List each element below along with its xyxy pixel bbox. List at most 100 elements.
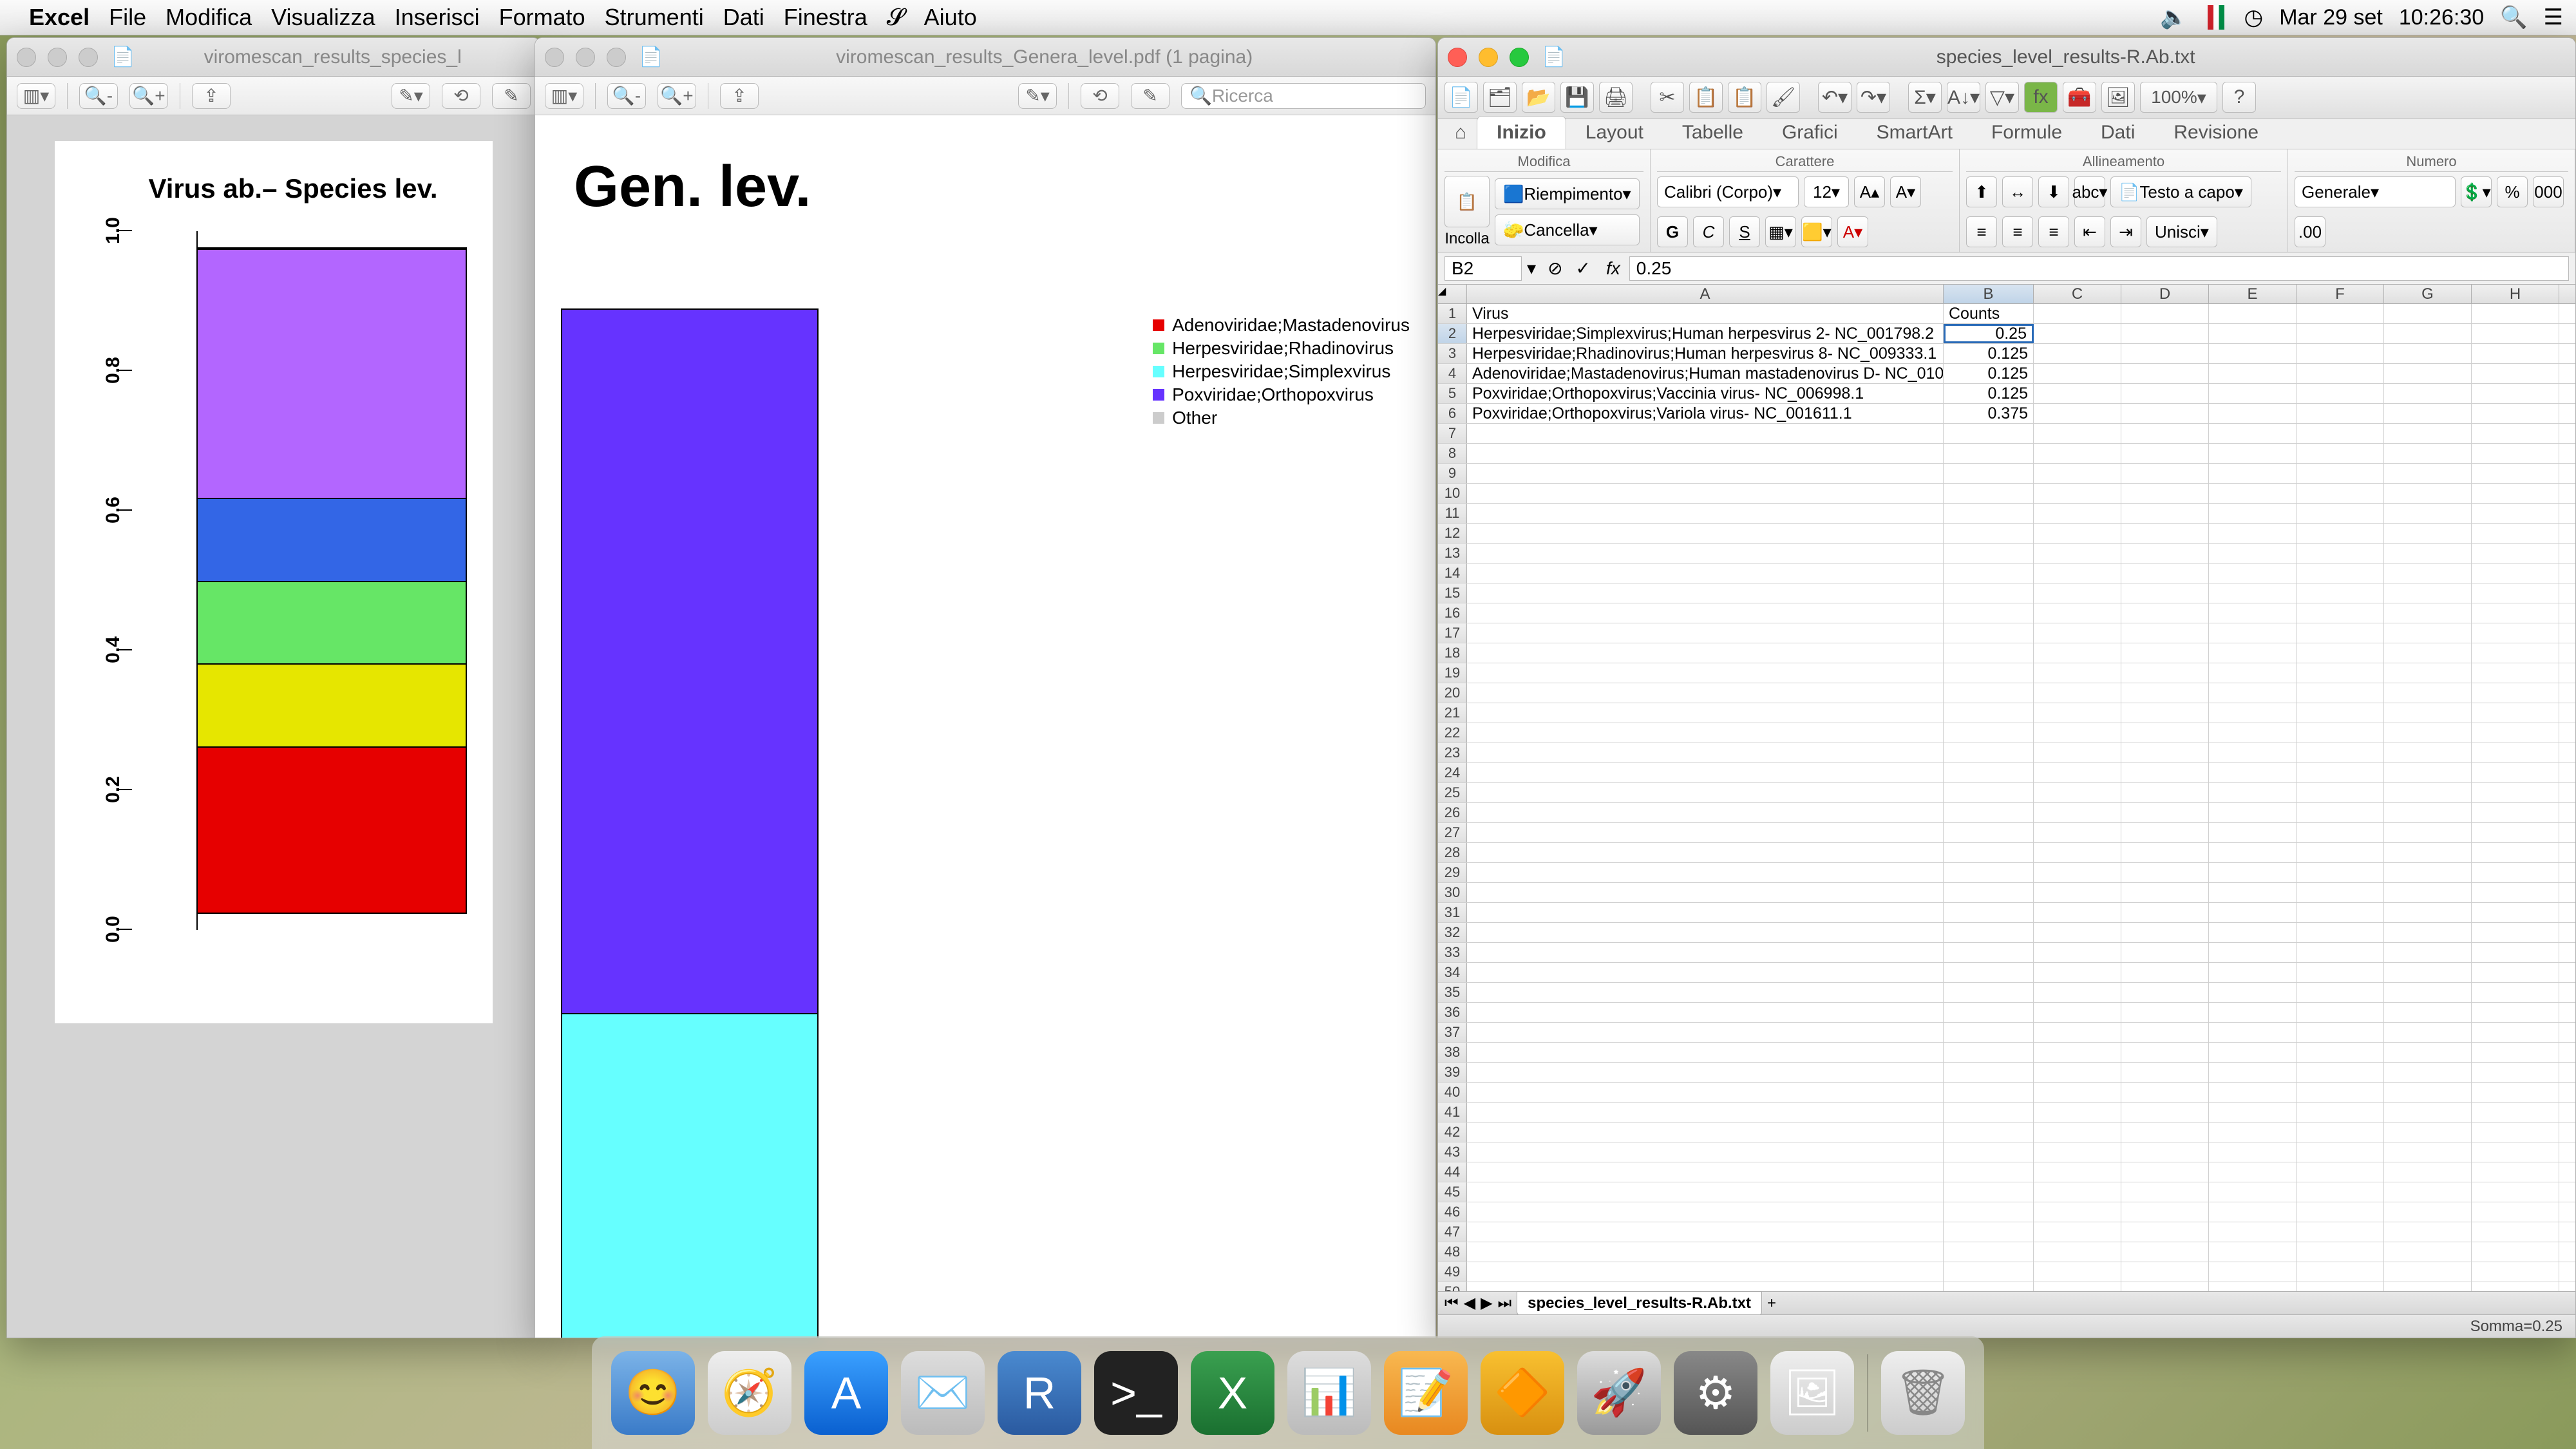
align-top-button[interactable]: ⬆ [1966,176,1997,207]
cell[interactable] [1467,524,1944,543]
cell[interactable] [1944,484,2034,503]
cell[interactable] [2034,384,2121,403]
tab-formule[interactable]: Formule [1972,117,2081,149]
rotate-button[interactable]: ⟲ [1081,83,1119,109]
cell[interactable] [2209,524,2297,543]
cell[interactable] [2384,404,2472,423]
cell[interactable] [2472,304,2559,323]
cell[interactable] [1944,1222,2034,1242]
cell[interactable] [2121,1003,2209,1022]
cell[interactable] [1944,524,2034,543]
cell[interactable] [2121,763,2209,782]
cell[interactable] [2209,743,2297,762]
cell[interactable] [2121,663,2209,683]
cell[interactable] [2297,1262,2384,1282]
cell[interactable] [2034,1103,2121,1122]
cell[interactable] [2121,364,2209,383]
cell[interactable] [1944,943,2034,962]
cell[interactable] [2209,863,2297,882]
cell[interactable] [2034,863,2121,882]
cell[interactable] [2297,963,2384,982]
cancel-icon[interactable]: ⊘ [1548,258,1562,279]
cell[interactable] [2034,564,2121,583]
menu-data[interactable]: Dati [723,4,764,31]
menu-insert[interactable]: Inserisci [395,4,480,31]
cell[interactable] [2297,544,2384,563]
cell[interactable] [2384,524,2472,543]
cell[interactable] [2472,544,2559,563]
cell[interactable] [2034,444,2121,463]
cell[interactable] [1467,743,1944,762]
cell[interactable] [2209,1182,2297,1202]
cell[interactable] [1467,643,1944,663]
cell[interactable] [2034,1122,2121,1142]
cell[interactable] [2034,1202,2121,1222]
cell[interactable] [2472,1142,2559,1162]
cell[interactable] [2034,1003,2121,1022]
cell[interactable] [2297,504,2384,523]
cell[interactable] [1944,963,2034,982]
cell[interactable] [2297,1043,2384,1062]
cell[interactable] [2034,983,2121,1002]
shrink-font-button[interactable]: A▾ [1890,176,1921,207]
column-header[interactable]: C [2034,285,2121,303]
view-mode-button[interactable]: ▥▾ [17,83,55,109]
cell[interactable] [2297,763,2384,782]
cell[interactable] [2384,564,2472,583]
cell[interactable] [2209,803,2297,822]
cell[interactable] [2121,304,2209,323]
safari-icon[interactable]: 🧭 [708,1351,791,1435]
cell[interactable] [2121,1162,2209,1182]
underline-button[interactable]: S [1729,216,1760,247]
cell[interactable] [2472,583,2559,603]
cell[interactable] [2121,1122,2209,1142]
media-button[interactable]: 🖼 [2101,82,2135,113]
cell[interactable] [1467,1063,1944,1082]
titlebar[interactable]: 📄 species_level_results-R.Ab.txt [1438,38,2575,77]
cell[interactable] [2121,643,2209,663]
cell[interactable] [2209,1003,2297,1022]
cell[interactable] [2297,1222,2384,1242]
cell[interactable] [2297,923,2384,942]
cell[interactable] [2034,623,2121,643]
cell[interactable] [1944,703,2034,723]
share-button[interactable]: ⇪ [192,83,231,109]
cell[interactable] [2121,1023,2209,1042]
cell[interactable] [2121,1083,2209,1102]
cell[interactable] [2384,883,2472,902]
cell[interactable] [2209,903,2297,922]
cut-button[interactable]: ✂ [1651,82,1684,113]
border-button[interactable]: ▦▾ [1765,216,1796,247]
flag-icon[interactable] [2208,5,2224,30]
cell[interactable] [2384,1122,2472,1142]
cell[interactable] [1467,963,1944,982]
cell[interactable] [2384,444,2472,463]
cell[interactable]: 0.375 [1944,404,2034,423]
cell[interactable] [2472,1122,2559,1142]
cell[interactable] [2209,424,2297,443]
cell[interactable] [2384,1182,2472,1202]
cell[interactable] [2384,344,2472,363]
cell[interactable]: 0.25 [1944,324,2034,343]
cell[interactable] [2121,843,2209,862]
nav-last-icon[interactable]: ⏭ [1498,1294,1512,1312]
zoom-out-button[interactable]: 🔍- [79,83,118,109]
cell[interactable] [1944,444,2034,463]
cell[interactable] [1467,703,1944,723]
cell[interactable] [2034,1023,2121,1042]
cell[interactable]: Herpesviridae;Simplexvirus;Human herpesv… [1467,324,1944,343]
cell[interactable] [2034,324,2121,343]
app-name[interactable]: Excel [29,4,90,31]
cell[interactable] [1467,1043,1944,1062]
tab-inizio[interactable]: Inizio [1477,116,1566,149]
cell[interactable] [1944,1103,2034,1122]
cell[interactable] [2384,803,2472,822]
cell[interactable] [2472,843,2559,862]
cell[interactable] [1467,424,1944,443]
format-painter-button[interactable]: 🖌 [1766,82,1800,113]
cell[interactable] [2472,643,2559,663]
cell[interactable] [1944,923,2034,942]
cell[interactable] [2034,823,2121,842]
cell[interactable] [2472,1222,2559,1242]
volume-icon[interactable]: 🔈 [2160,5,2187,30]
